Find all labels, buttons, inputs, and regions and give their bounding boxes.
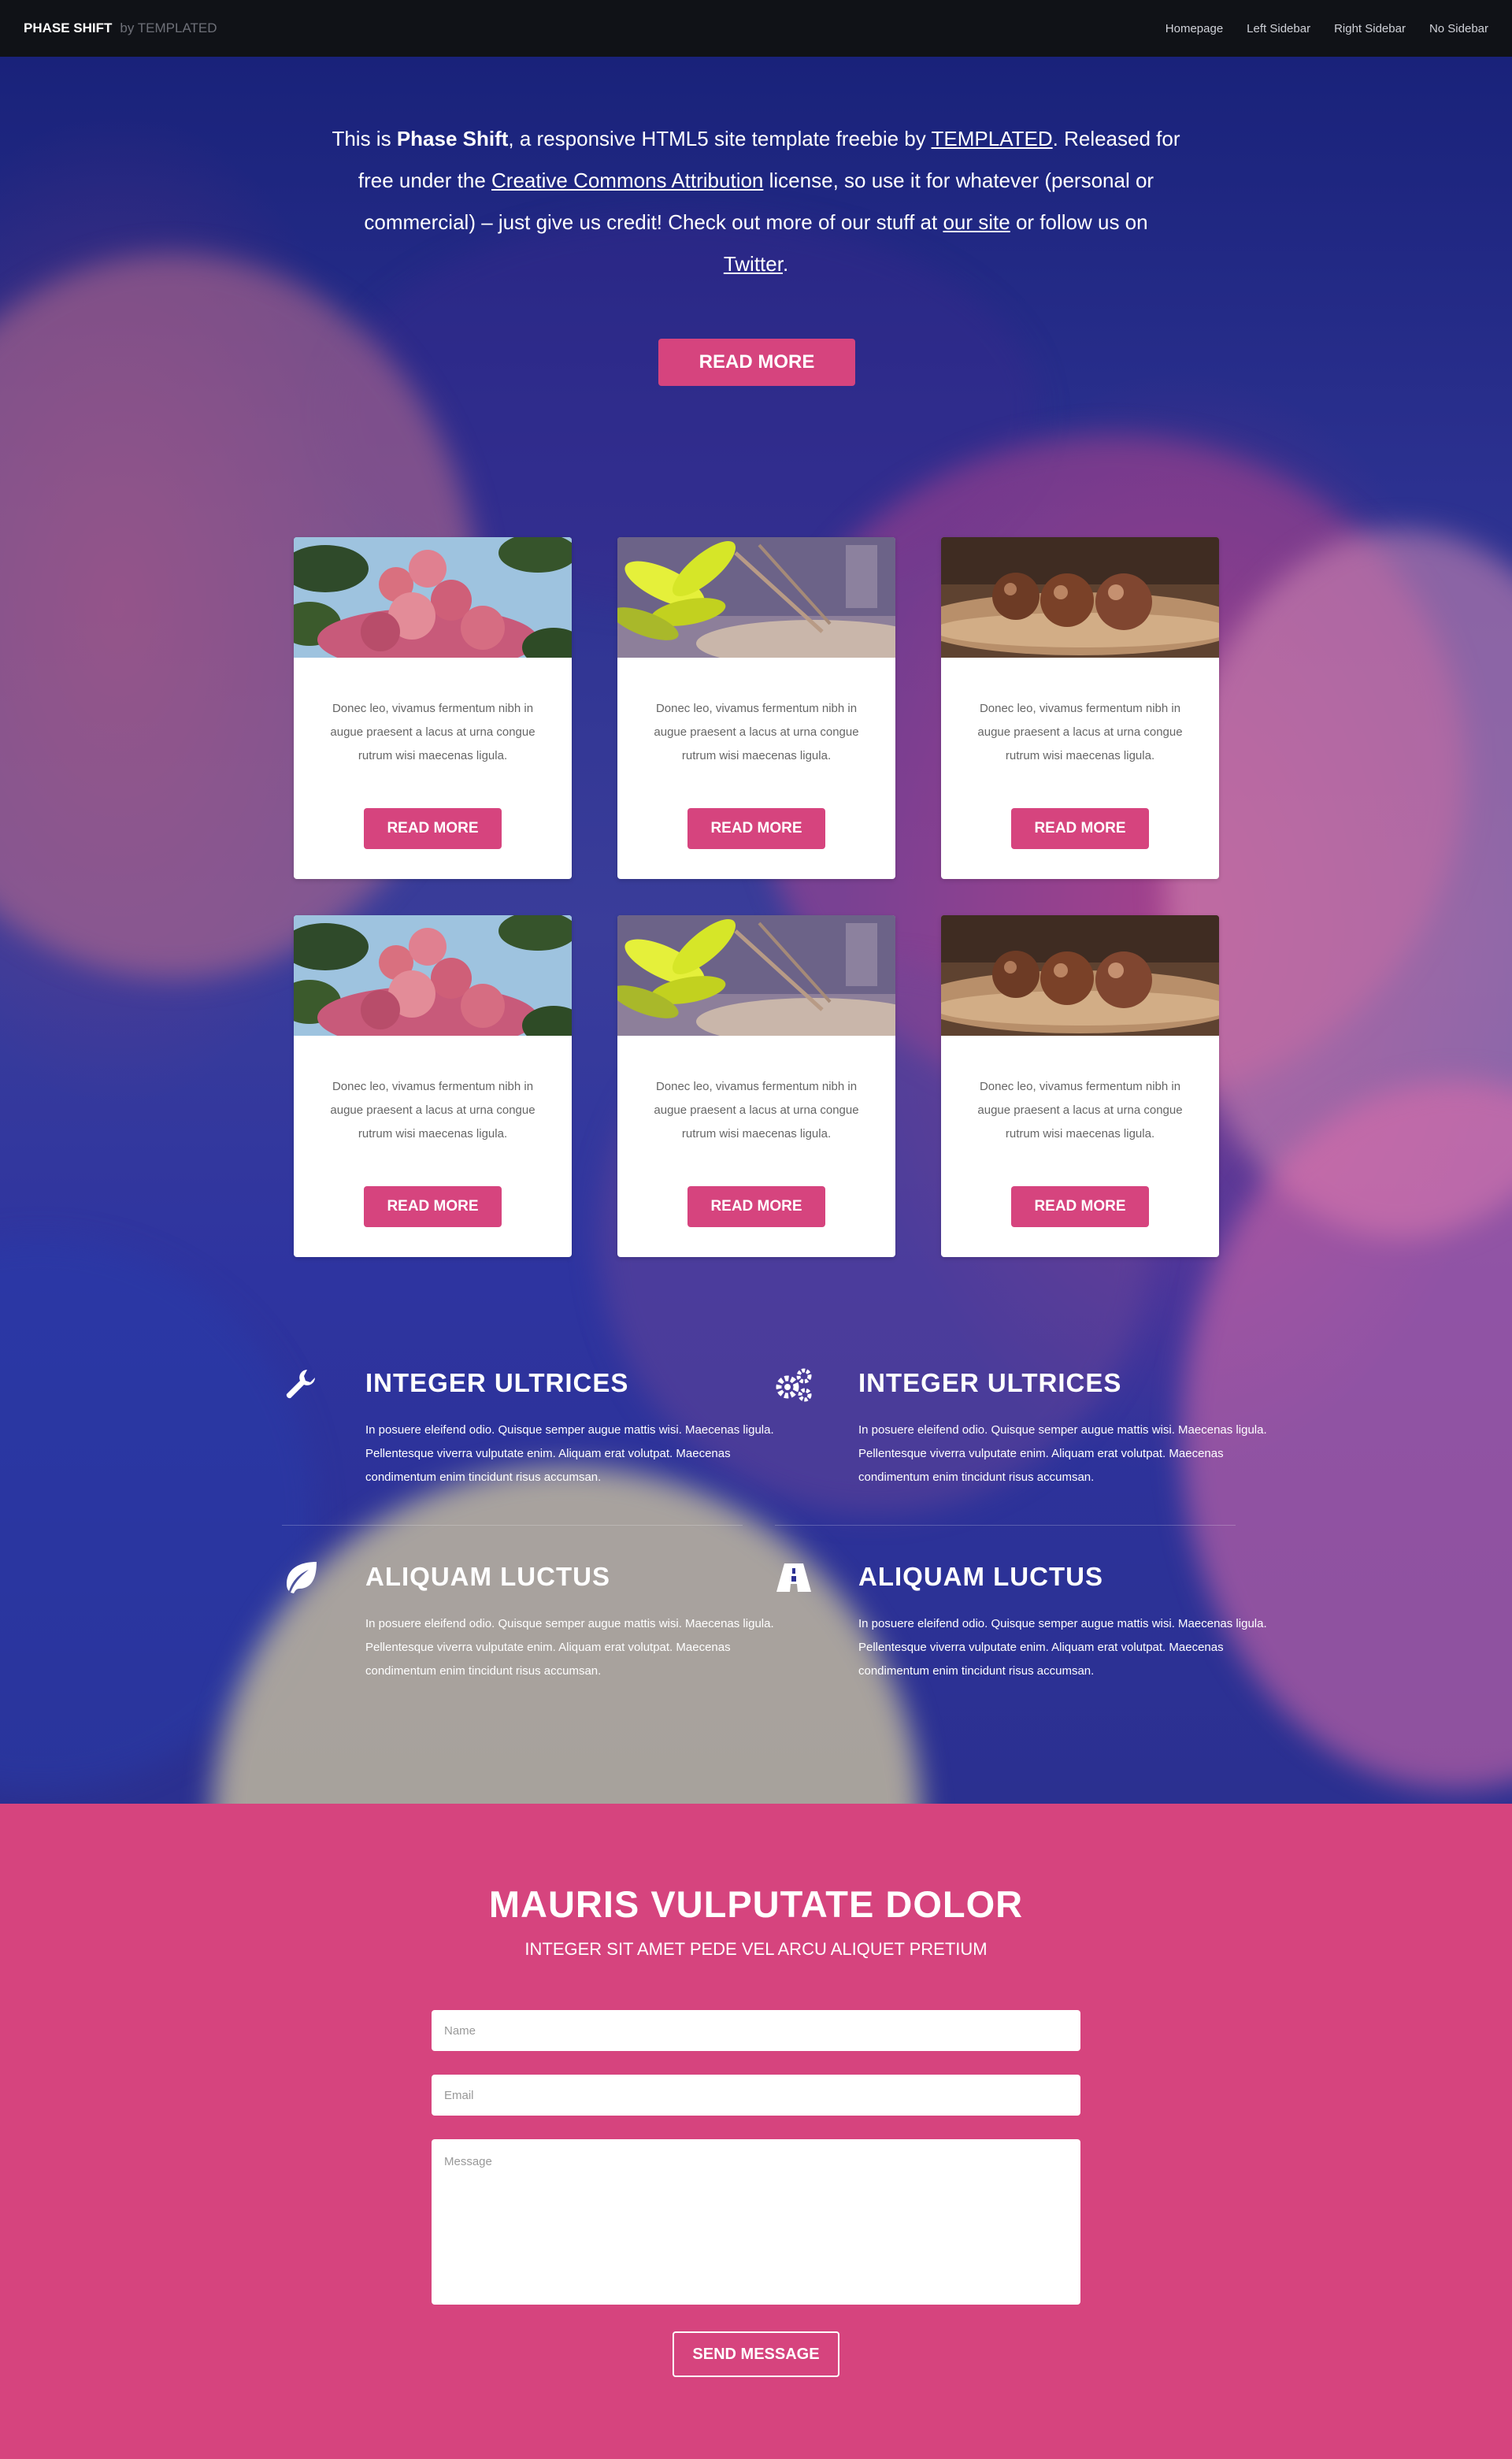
- feature-text: In posuere eleifend odio. Quisque semper…: [858, 1617, 1267, 1678]
- contact-section: MAURIS VULPUTATE DOLOR INTEGER SIT AMET …: [0, 1804, 1512, 2459]
- feature-text: In posuere eleifend odio. Quisque semper…: [365, 1423, 774, 1484]
- nuts-image: [941, 537, 1219, 658]
- send-message-button[interactable]: SEND MESSAGE: [673, 2331, 839, 2377]
- card-read-more-button[interactable]: READ MORE: [1011, 808, 1149, 849]
- card-read-more-button[interactable]: READ MORE: [1011, 1186, 1149, 1227]
- license-link[interactable]: Creative Commons Attribution: [491, 169, 763, 192]
- contact-subtitle: INTEGER SIT AMET PEDE VEL ARCU ALIQUET P…: [524, 1939, 988, 1959]
- gears-icon: [775, 1367, 813, 1404]
- card-text: Donec leo, vivamus fermentum nibh in aug…: [977, 1080, 1183, 1140]
- card: Donec leo, vivamus fermentum nibh in aug…: [294, 537, 572, 879]
- card-read-more-button[interactable]: READ MORE: [687, 1186, 825, 1227]
- templated-link[interactable]: TEMPLATED: [932, 127, 1053, 150]
- card: Donec leo, vivamus fermentum nibh in aug…: [294, 915, 572, 1257]
- wrench-icon: [282, 1367, 320, 1404]
- name-field[interactable]: [432, 2010, 1080, 2051]
- feature-text: In posuere eleifend odio. Quisque semper…: [365, 1617, 774, 1678]
- nuts-image: [941, 915, 1219, 1036]
- card-read-more-button[interactable]: READ MORE: [364, 808, 502, 849]
- card-read-more-button[interactable]: READ MORE: [364, 1186, 502, 1227]
- brand-name[interactable]: PHASE SHIFT: [24, 20, 112, 35]
- card-grid: Donec leo, vivamus fermentum nibh in aug…: [294, 537, 1219, 1257]
- feature-title: INTEGER ULTRICES: [365, 1368, 629, 1397]
- card-text: Donec leo, vivamus fermentum nibh in aug…: [977, 702, 1183, 762]
- intro-text: This is Phase Shift, a responsive HTML5 …: [332, 127, 1180, 276]
- card: Donec leo, vivamus fermentum nibh in aug…: [617, 537, 895, 879]
- intro-name: Phase Shift: [396, 127, 509, 150]
- card-text: Donec leo, vivamus fermentum nibh in aug…: [654, 702, 859, 762]
- feature-text: In posuere eleifend odio. Quisque semper…: [858, 1423, 1267, 1484]
- leaf-image: [617, 537, 895, 658]
- divider: [775, 1525, 1236, 1526]
- divider: [282, 1525, 743, 1526]
- main-nav: Homepage Left Sidebar Right Sidebar No S…: [1166, 22, 1488, 35]
- card-text: Donec leo, vivamus fermentum nibh in aug…: [654, 1080, 859, 1140]
- nav-homepage[interactable]: Homepage: [1166, 22, 1223, 35]
- nav-no-sidebar[interactable]: No Sidebar: [1429, 22, 1488, 35]
- card: Donec leo, vivamus fermentum nibh in aug…: [941, 915, 1219, 1257]
- our-site-link[interactable]: our site: [943, 210, 1010, 234]
- email-field[interactable]: [432, 2075, 1080, 2116]
- top-bar: PHASE SHIFT by TEMPLATED Homepage Left Si…: [0, 0, 1512, 57]
- flower-image: [294, 537, 572, 658]
- card-text: Donec leo, vivamus fermentum nibh in aug…: [330, 1080, 536, 1140]
- flower-image: [294, 915, 572, 1036]
- card: Donec leo, vivamus fermentum nibh in aug…: [941, 537, 1219, 879]
- feature-title: ALIQUAM LUCTUS: [858, 1562, 1103, 1591]
- feature-title: INTEGER ULTRICES: [858, 1368, 1122, 1397]
- intro-read-more-button[interactable]: READ MORE: [658, 339, 855, 386]
- nav-left-sidebar[interactable]: Left Sidebar: [1247, 22, 1310, 35]
- leaf-image: [617, 915, 895, 1036]
- feature-title: ALIQUAM LUCTUS: [365, 1562, 610, 1591]
- brand-by[interactable]: by TEMPLATED: [120, 20, 217, 35]
- card: Donec leo, vivamus fermentum nibh in aug…: [617, 915, 895, 1257]
- contact-title: MAURIS VULPUTATE DOLOR: [488, 1883, 1024, 1925]
- leaf-icon: [282, 1560, 320, 1598]
- card-read-more-button[interactable]: READ MORE: [687, 808, 825, 849]
- twitter-link[interactable]: Twitter: [724, 252, 783, 276]
- message-field[interactable]: [432, 2139, 1080, 2305]
- site-logo[interactable]: PHASE SHIFT by TEMPLATED: [24, 20, 217, 36]
- card-text: Donec leo, vivamus fermentum nibh in aug…: [330, 702, 536, 762]
- nav-right-sidebar[interactable]: Right Sidebar: [1334, 22, 1406, 35]
- road-icon: [775, 1560, 813, 1598]
